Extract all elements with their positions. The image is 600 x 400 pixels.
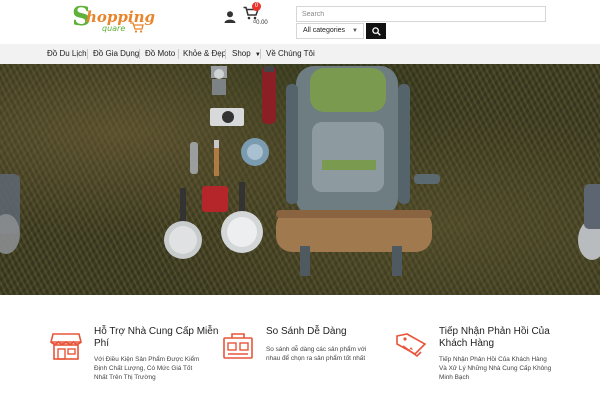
feature-title: Tiếp Nhận Phản Hồi Của Khách Hàng	[439, 326, 550, 350]
feature-title: So Sánh Dễ Dàng	[266, 326, 347, 338]
feature-title-line: Hỗ Trợ Nhà Cung Cấp Miễn	[94, 326, 219, 337]
cart-total: ₫0.00	[253, 20, 268, 26]
nav-item-ve-chung-toi[interactable]: Về Chúng Tôi	[266, 44, 315, 64]
feature-free-support: Hỗ Trợ Nhà Cung Cấp Miễn Phí Với Điều Ki…	[50, 326, 220, 396]
feature-desc-line: nhau để chọn ra sản phẩm tốt nhất	[266, 355, 366, 362]
feature-title-line: Phí	[94, 338, 110, 349]
storefront-icon	[50, 333, 82, 360]
category-select[interactable]: All categories ▼	[296, 23, 364, 39]
feature-description: Với Điều Kiện Sản Phẩm Được Kiểm Định Ch…	[94, 355, 199, 382]
feature-desc-line: Nhất Trên Thị Trường	[94, 374, 156, 381]
logo-word-2: quare	[102, 24, 126, 33]
camping-gear-photo	[0, 66, 600, 276]
feature-title-line: Tiếp Nhận Phản Hồi Của	[439, 326, 550, 337]
category-select-value: All categories	[303, 27, 346, 34]
feedback-ticket-icon	[396, 333, 427, 358]
feature-easy-compare: So Sánh Dễ Dàng So sánh dễ dàng các sản …	[222, 326, 392, 396]
feature-desc-line: Tiếp Nhận Phản Hồi Của Khách Hàng	[439, 356, 547, 363]
feature-desc-line: Minh Bạch	[439, 374, 470, 381]
nav-item-shop-label: Shop	[232, 49, 251, 58]
nav-item-khoe-dep[interactable]: Khỏe & Đẹp	[183, 44, 226, 64]
search-button[interactable]	[366, 23, 386, 39]
feature-title-line: So Sánh Dễ Dàng	[266, 326, 347, 337]
site-header: S hopping quare 0 ₫0.00 All categories ▼	[0, 0, 600, 44]
user-account-icon[interactable]	[223, 10, 237, 24]
hero-banner[interactable]	[0, 64, 600, 295]
feature-desc-line: Và Xử Lý Những Nhà Cung Cấp Không	[439, 365, 552, 372]
cart-count-badge: 0	[252, 2, 261, 11]
chevron-down-icon: ▼	[352, 28, 358, 34]
main-nav: Đồ Du Lịch Đồ Gia Dụng Đồ Moto Khỏe & Đẹ…	[0, 44, 600, 64]
nav-divider	[178, 49, 179, 59]
nav-divider	[225, 49, 226, 59]
nav-item-do-du-lich[interactable]: Đồ Du Lịch	[47, 44, 87, 64]
search-input[interactable]	[296, 6, 546, 22]
search-icon	[371, 26, 381, 36]
feature-description: So sánh dễ dàng các sản phẩm với nhau để…	[266, 345, 366, 363]
feature-description: Tiếp Nhận Phản Hồi Của Khách Hàng Và Xử …	[439, 355, 551, 382]
feature-customer-feedback: Tiếp Nhận Phản Hồi Của Khách Hàng Tiếp N…	[395, 326, 575, 396]
nav-divider	[87, 49, 88, 59]
nav-divider	[139, 49, 140, 59]
logo-cart-icon	[130, 22, 144, 33]
nav-divider	[260, 49, 261, 59]
feature-desc-line: So sánh dễ dàng các sản phẩm với	[266, 346, 367, 353]
nav-item-shop[interactable]: Shop ▼	[232, 44, 261, 64]
compare-cards-icon	[223, 333, 253, 359]
feature-desc-line: Định Chất Lượng, Có Mức Giá Tốt	[94, 365, 193, 372]
feature-title: Hỗ Trợ Nhà Cung Cấp Miễn Phí	[94, 326, 218, 350]
nav-item-do-moto[interactable]: Đồ Moto	[145, 44, 175, 64]
feature-title-line: Khách Hàng	[439, 338, 495, 349]
shopping-square-logo[interactable]: S hopping quare	[72, 2, 155, 36]
nav-item-do-gia-dung[interactable]: Đồ Gia Dụng	[93, 44, 139, 64]
feature-desc-line: Với Điều Kiện Sản Phẩm Được Kiểm	[94, 356, 200, 363]
features-section: Hỗ Trợ Nhà Cung Cấp Miễn Phí Với Điều Ki…	[0, 295, 600, 400]
